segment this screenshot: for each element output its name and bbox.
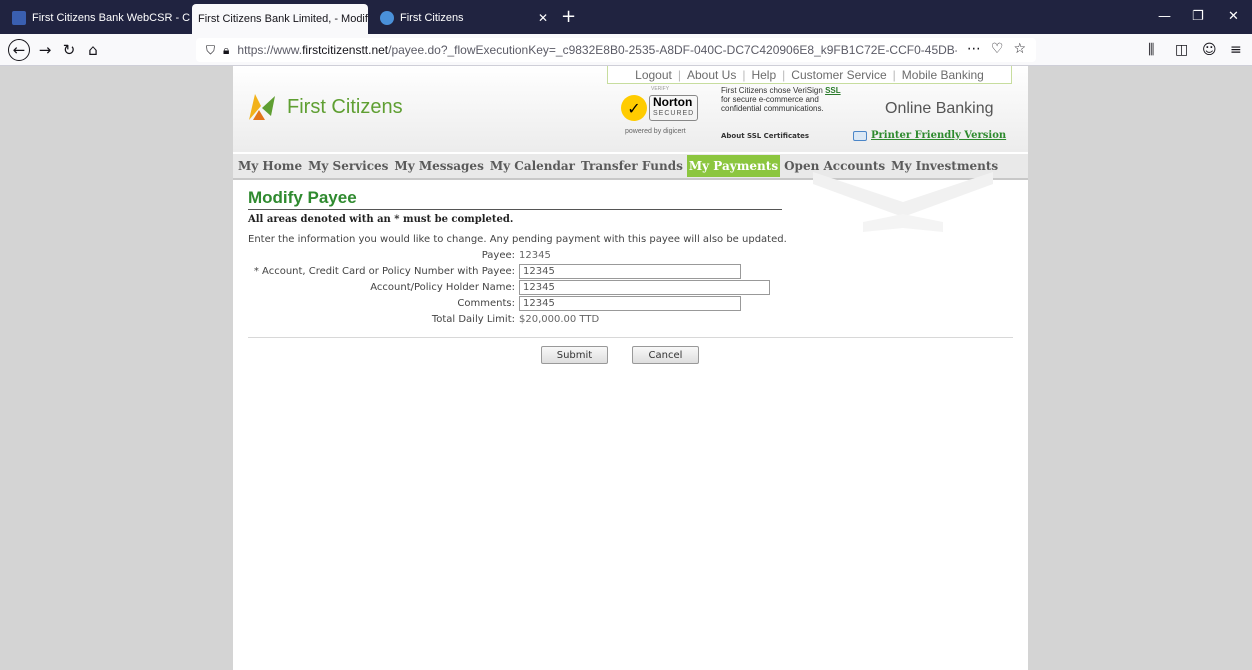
tab-transfer-funds[interactable]: Transfer Funds xyxy=(579,155,685,177)
verisign-note: First Citizens chose VeriSign SSL for se… xyxy=(721,86,861,113)
logo-mark-icon xyxy=(249,94,275,120)
address-bar[interactable]: ⛉ 🔒︎ https://www.firstcitizenstt.net/pay… xyxy=(196,38,1036,62)
about-ssl-link[interactable]: About SSL Certificates xyxy=(721,132,809,140)
account-number-row: * Account, Credit Card or Policy Number … xyxy=(248,263,1018,279)
tab-label: First Citizens Bank WebCSR - C xyxy=(32,12,190,24)
payee-value: 12345 xyxy=(519,249,551,261)
reload-icon[interactable]: ↻ xyxy=(58,39,80,61)
verisign-text-2: for secure e-commerce and confidential c… xyxy=(721,95,824,113)
lock-icon[interactable]: 🔒︎ xyxy=(223,43,229,58)
menu-icon[interactable]: ≡ xyxy=(1230,42,1242,58)
separator: | xyxy=(742,67,746,82)
holder-name-row: Account/Policy Holder Name: 12345 xyxy=(248,279,1018,295)
divider xyxy=(248,337,1013,338)
help-link[interactable]: Help xyxy=(751,68,776,82)
page-actions-icon[interactable]: ⋯ xyxy=(967,41,981,57)
mobile-banking-link[interactable]: Mobile Banking xyxy=(902,68,984,82)
browser-tab-modify-payee[interactable]: First Citizens Bank Limited, - Modif ✕ xyxy=(192,4,368,34)
ssl-link[interactable]: SSL xyxy=(825,86,841,95)
browser-tab-webcsr[interactable]: First Citizens Bank WebCSR - C ✕ xyxy=(6,7,190,29)
daily-limit-label: Total Daily Limit: xyxy=(431,313,515,325)
browser-tab-first-citizens[interactable]: First Citizens ✕ xyxy=(374,7,554,29)
norton-verify-text: VERIFY xyxy=(651,86,670,92)
library-icon[interactable]: ⫼ xyxy=(1148,42,1154,58)
norton-brand: Norton xyxy=(653,95,693,109)
tab-my-calendar[interactable]: My Calendar xyxy=(488,155,577,177)
modify-payee-form: Modify Payee All areas denoted with an *… xyxy=(248,188,1018,327)
account-number-input[interactable]: 12345 xyxy=(519,263,741,279)
tab-my-messages[interactable]: My Messages xyxy=(392,155,485,177)
url-domain: firstcitizenstt.net xyxy=(302,43,389,57)
customer-service-link[interactable]: Customer Service xyxy=(791,68,886,82)
comments-label: Comments: xyxy=(457,297,515,309)
first-citizens-favicon-icon xyxy=(380,11,394,25)
norton-seal[interactable]: VERIFY ✓ Norton SECURED powered by digice… xyxy=(621,86,711,142)
first-citizens-logo[interactable]: First Citizens xyxy=(245,92,403,122)
minimize-icon[interactable]: — xyxy=(1158,9,1171,24)
holder-name-label: Account/Policy Holder Name: xyxy=(370,281,515,293)
account-icon[interactable]: ☺ xyxy=(1202,42,1217,58)
separator: | xyxy=(677,67,681,82)
web-page: Logout | About Us | Help | Customer Serv… xyxy=(233,66,1028,670)
logo-text: First Citizens xyxy=(287,95,403,118)
tab-my-home[interactable]: My Home xyxy=(236,155,304,177)
online-banking-heading: Online Banking xyxy=(885,100,994,117)
page-title: Modify Payee xyxy=(248,188,782,210)
norton-powered-by: powered by digicert xyxy=(625,128,686,135)
separator: | xyxy=(782,67,786,82)
printer-icon xyxy=(853,130,867,141)
url-prefix: https://www. xyxy=(237,43,303,57)
url-path: /payee.do?_flowExecutionKey=_c9832E8B0-2… xyxy=(388,43,958,57)
browser-toolbar: ← → ↻ ⌂ ⛉ 🔒︎ https://www.firstcitizenstt… xyxy=(0,34,1252,66)
norton-secured: SECURED xyxy=(653,110,695,117)
home-icon[interactable]: ⌂ xyxy=(82,39,104,61)
holder-name-input[interactable]: 12345 xyxy=(519,279,770,295)
comments-row: Comments: 12345 xyxy=(248,295,1018,311)
site-header: Logout | About Us | Help | Customer Serv… xyxy=(233,66,1028,152)
tab-my-payments[interactable]: My Payments xyxy=(686,155,781,177)
sidebar-icon[interactable]: ◫ xyxy=(1175,42,1188,58)
cancel-button[interactable]: Cancel xyxy=(632,346,699,364)
printer-friendly-link[interactable]: Printer Friendly Version xyxy=(853,130,1006,141)
payee-label: Payee: xyxy=(481,249,515,261)
daily-limit-value: $20,000.00 TTD xyxy=(519,313,600,325)
norton-check-icon: ✓ xyxy=(621,95,647,121)
tab-label: First Citizens Bank Limited, - Modif xyxy=(198,13,368,25)
restore-icon[interactable]: ❐ xyxy=(1192,9,1204,24)
back-icon[interactable]: ← xyxy=(8,39,30,61)
new-tab-icon[interactable]: + xyxy=(561,6,576,27)
payee-row: Payee: 12345 xyxy=(248,247,1018,263)
comments-input[interactable]: 12345 xyxy=(519,295,741,311)
submit-button[interactable]: Submit xyxy=(541,346,608,364)
top-links: Logout | About Us | Help | Customer Serv… xyxy=(607,66,1012,84)
required-note: All areas denoted with an * must be comp… xyxy=(248,214,514,225)
separator: | xyxy=(892,67,896,82)
about-us-link[interactable]: About Us xyxy=(687,68,736,82)
pocket-icon[interactable]: ♡ xyxy=(991,41,1004,57)
browser-tab-strip: First Citizens Bank WebCSR - C ✕ First C… xyxy=(0,0,1252,34)
tab-my-services[interactable]: My Services xyxy=(306,155,390,177)
daily-limit-row: Total Daily Limit: $20,000.00 TTD xyxy=(248,311,1018,327)
verisign-text: First Citizens chose VeriSign xyxy=(721,86,823,95)
close-tab-icon[interactable]: ✕ xyxy=(538,11,548,25)
bookmark-star-icon[interactable]: ☆ xyxy=(1013,41,1026,57)
intro-text: Enter the information you would like to … xyxy=(248,234,787,245)
webcsr-favicon-icon xyxy=(12,11,26,25)
forward-icon[interactable]: → xyxy=(34,39,56,61)
tab-label: First Citizens xyxy=(400,12,464,24)
shield-icon[interactable]: ⛉ xyxy=(206,43,215,58)
logout-link[interactable]: Logout xyxy=(635,68,672,82)
close-window-icon[interactable]: ✕ xyxy=(1228,9,1239,24)
url-text[interactable]: https://www.firstcitizenstt.net/payee.do… xyxy=(237,43,957,57)
printer-friendly-label: Printer Friendly Version xyxy=(871,130,1007,141)
account-number-label: * Account, Credit Card or Policy Number … xyxy=(253,265,515,277)
